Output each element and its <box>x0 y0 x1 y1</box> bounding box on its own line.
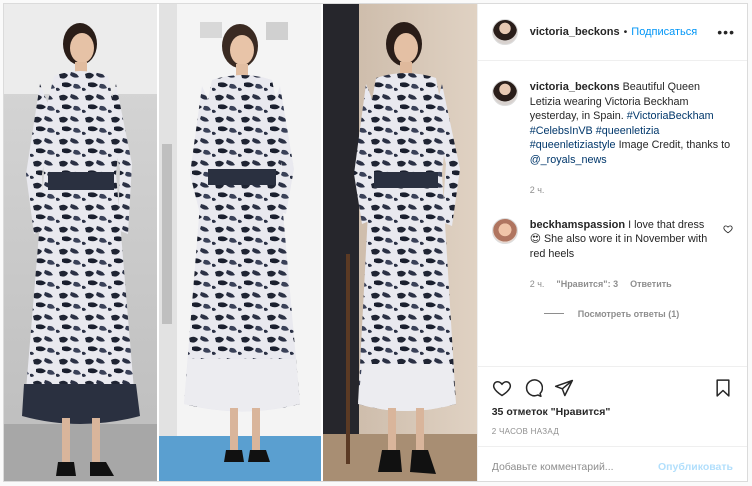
share-icon[interactable] <box>554 378 574 398</box>
heart-icon[interactable] <box>492 378 512 398</box>
post-photo-collage[interactable] <box>4 4 477 481</box>
caption-body: victoria_beckons Beautiful Queen Letizia… <box>530 80 733 198</box>
view-replies-label: Посмотреть ответы (1) <box>577 308 680 319</box>
comment-body: beckhamspassion I love that dress 😍 She … <box>530 218 711 292</box>
caption-credit: Image Credit, thanks to <box>618 139 731 151</box>
comment-input[interactable] <box>491 460 659 473</box>
post-timestamp[interactable]: 2 ЧАСОВ НАЗАД <box>478 418 747 436</box>
commenter-username[interactable]: beckhamspassion <box>530 219 625 231</box>
separator-dot: • <box>623 26 628 38</box>
caption: victoria_beckons Beautiful Queen Letizia… <box>491 80 733 198</box>
author-username[interactable]: victoria_beckons <box>530 26 620 38</box>
comment-composer: Опубликовать <box>477 446 747 481</box>
caption-meta: 2 ч. <box>530 183 733 198</box>
reply-button[interactable]: Ответить <box>630 277 672 292</box>
caption-mention[interactable]: @_royals_news <box>530 154 607 166</box>
commenter-avatar[interactable] <box>491 217 518 244</box>
post-sidebar: victoria_beckons • Подписаться ••• victo… <box>476 4 747 481</box>
bookmark-icon[interactable] <box>713 378 733 398</box>
caption-time[interactable]: 2 ч. <box>530 183 545 198</box>
comment-meta: 2 ч. "Нравится": 3 Ответить <box>530 277 711 292</box>
caption-avatar[interactable] <box>491 80 518 106</box>
post-actions: 35 отметок "Нравится" 2 ЧАСОВ НАЗАД Опуб… <box>477 366 747 481</box>
author-avatar[interactable] <box>491 19 518 45</box>
likes-count[interactable]: 35 отметок "Нравится" <box>478 398 747 418</box>
view-replies-button[interactable]: Посмотреть ответы (1) <box>543 308 733 319</box>
comment: beckhamspassion I love that dress 😍 She … <box>491 217 733 292</box>
post-dialog: victoria_beckons • Подписаться ••• victo… <box>3 3 748 482</box>
comments-list: victoria_beckons Beautiful Queen Letizia… <box>478 62 747 353</box>
post-header: victoria_beckons • Подписаться ••• <box>477 4 747 61</box>
caption-username[interactable]: victoria_beckons <box>530 81 620 93</box>
replies-line <box>543 313 564 314</box>
comment-like-heart-icon[interactable] <box>723 224 733 234</box>
comment-icon[interactable] <box>523 378 543 398</box>
follow-button[interactable]: Подписаться <box>631 26 697 38</box>
more-options-icon[interactable]: ••• <box>717 24 735 40</box>
publish-button[interactable]: Опубликовать <box>658 461 733 473</box>
action-icons <box>478 367 747 398</box>
comment-time[interactable]: 2 ч. <box>530 277 545 292</box>
comment-likes[interactable]: "Нравится": 3 <box>556 277 618 292</box>
post-photo <box>4 4 477 481</box>
